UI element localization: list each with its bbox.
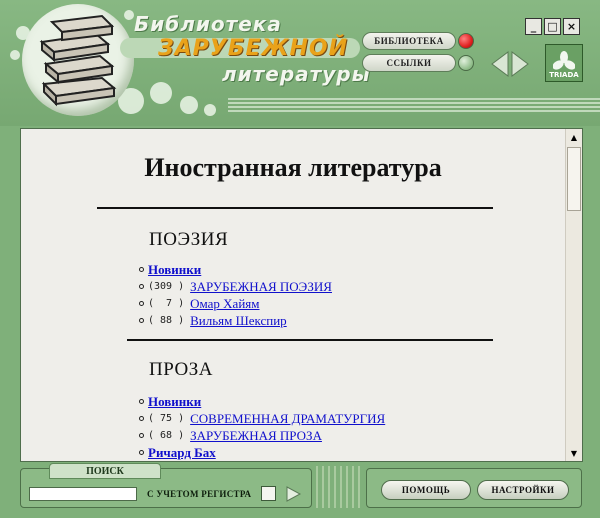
app-title-line2: ЗАРУБЕЖНОЙ xyxy=(158,36,348,61)
item-count: ( 68 ) xyxy=(148,430,185,441)
bullet-icon xyxy=(139,301,144,306)
content-frame: Иностранная литература ПОЭЗИЯ Новинки (3… xyxy=(20,128,583,462)
search-input[interactable] xyxy=(29,487,137,501)
list-item: ( 68 ) ЗАРУБЕЖНАЯ ПРОЗА xyxy=(139,427,385,444)
link-foreign-prose[interactable]: ЗАРУБЕЖНАЯ ПРОЗА xyxy=(190,428,322,444)
led-red-icon xyxy=(458,33,474,49)
list-item: Новинки xyxy=(139,261,332,278)
settings-button[interactable]: НАСТРОЙКИ xyxy=(477,480,569,500)
link-omar-khayyam[interactable]: Омар Хайям xyxy=(190,296,259,312)
scrollbar-thumb[interactable] xyxy=(567,147,581,211)
library-button[interactable]: БИБЛИОТЕКА xyxy=(362,32,456,50)
link-poetry-new[interactable]: Новинки xyxy=(148,262,201,278)
bullet-icon xyxy=(139,433,144,438)
bullet-icon xyxy=(139,267,144,272)
link-shakespeare[interactable]: Вильям Шекспир xyxy=(190,313,287,329)
app-title-line3: литературы xyxy=(222,62,371,86)
triada-emblem-icon xyxy=(553,51,575,70)
button-panel: ПОМОЩЬ НАСТРОЙКИ xyxy=(366,468,582,508)
bubble-decoration xyxy=(10,50,20,60)
nav-arrows xyxy=(491,51,529,77)
scroll-up-arrow-icon[interactable]: ▲ xyxy=(566,129,582,145)
link-modern-drama[interactable]: СОВРЕМЕННАЯ ДРАМАТУРГИЯ xyxy=(190,411,385,427)
section-title-poetry: ПОЭЗИЯ xyxy=(149,229,229,250)
books-icon xyxy=(39,14,117,107)
page-title: Иностранная литература xyxy=(144,153,442,182)
case-sensitive-label: С УЧЕТОМ РЕГИСТРА xyxy=(147,489,252,499)
bubble-decoration xyxy=(180,96,198,114)
bubble-decoration xyxy=(204,104,216,116)
footer-grill-decoration xyxy=(316,466,364,508)
books-logo-icon xyxy=(22,4,134,116)
play-arrow-icon xyxy=(286,486,302,502)
prose-list: Новинки ( 75 ) СОВРЕМЕННАЯ ДРАМАТУРГИЯ ( … xyxy=(139,393,385,461)
app-header: Библиотека ЗАРУБЕЖНОЙ литературы БИБЛИОТ… xyxy=(0,0,600,126)
led-off-icon xyxy=(458,55,474,71)
close-button[interactable]: × xyxy=(563,18,580,35)
section-title-prose: ПРОЗА xyxy=(149,359,213,380)
list-item: ( 75 ) СОВРЕМЕННАЯ ДРАМАТУРГИЯ xyxy=(139,410,385,427)
item-count: ( 7 ) xyxy=(148,298,185,309)
nav-left-arrow-icon[interactable] xyxy=(491,51,509,77)
divider xyxy=(97,207,493,209)
scroll-down-arrow-icon[interactable]: ▼ xyxy=(566,445,582,461)
bullet-icon xyxy=(139,450,144,455)
bullet-icon xyxy=(139,416,144,421)
nav-right-arrow-icon[interactable] xyxy=(511,51,529,77)
bullet-icon xyxy=(139,284,144,289)
list-item: (309 ) ЗАРУБЕЖНАЯ ПОЭЗИЯ xyxy=(139,278,332,295)
brand-label: TRIADA xyxy=(549,71,579,79)
bullet-icon xyxy=(139,318,144,323)
bullet-icon xyxy=(139,399,144,404)
item-count: (309 ) xyxy=(148,281,185,292)
vertical-scrollbar[interactable]: ▲ ▼ xyxy=(565,129,582,461)
poetry-list: Новинки (309 ) ЗАРУБЕЖНАЯ ПОЭЗИЯ ( 7 ) Ома… xyxy=(139,261,332,329)
list-item: ( 88 ) Вильям Шекспир xyxy=(139,312,332,329)
search-panel: ПОИСК С УЧЕТОМ РЕГИСТРА xyxy=(20,463,312,508)
links-button[interactable]: ССЫЛКИ xyxy=(362,54,456,72)
link-richard-bach[interactable]: Ричард Бах xyxy=(148,445,216,461)
list-item: ( 7 ) Омар Хайям xyxy=(139,295,332,312)
link-foreign-poetry[interactable]: ЗАРУБЕЖНАЯ ПОЭЗИЯ xyxy=(190,279,332,295)
search-tab: ПОИСК xyxy=(49,463,161,479)
header-stripes xyxy=(228,98,600,114)
app-title-line1: Библиотека xyxy=(134,12,282,36)
search-go-arrow-icon[interactable] xyxy=(283,485,303,503)
minimize-button[interactable]: _ xyxy=(525,18,542,35)
list-item: Ричард Бах xyxy=(139,444,385,461)
item-count: ( 88 ) xyxy=(148,315,185,326)
help-button[interactable]: ПОМОЩЬ xyxy=(381,480,471,500)
maximize-button[interactable]: □ xyxy=(544,18,561,35)
divider xyxy=(127,339,493,341)
triada-logo-icon[interactable]: TRIADA xyxy=(545,44,583,82)
list-item: Новинки xyxy=(139,393,385,410)
link-prose-new[interactable]: Новинки xyxy=(148,394,201,410)
case-sensitive-checkbox[interactable] xyxy=(261,486,276,501)
content-view: Иностранная литература ПОЭЗИЯ Новинки (3… xyxy=(21,129,565,461)
item-count: ( 75 ) xyxy=(148,413,185,424)
bubble-decoration xyxy=(150,82,172,104)
